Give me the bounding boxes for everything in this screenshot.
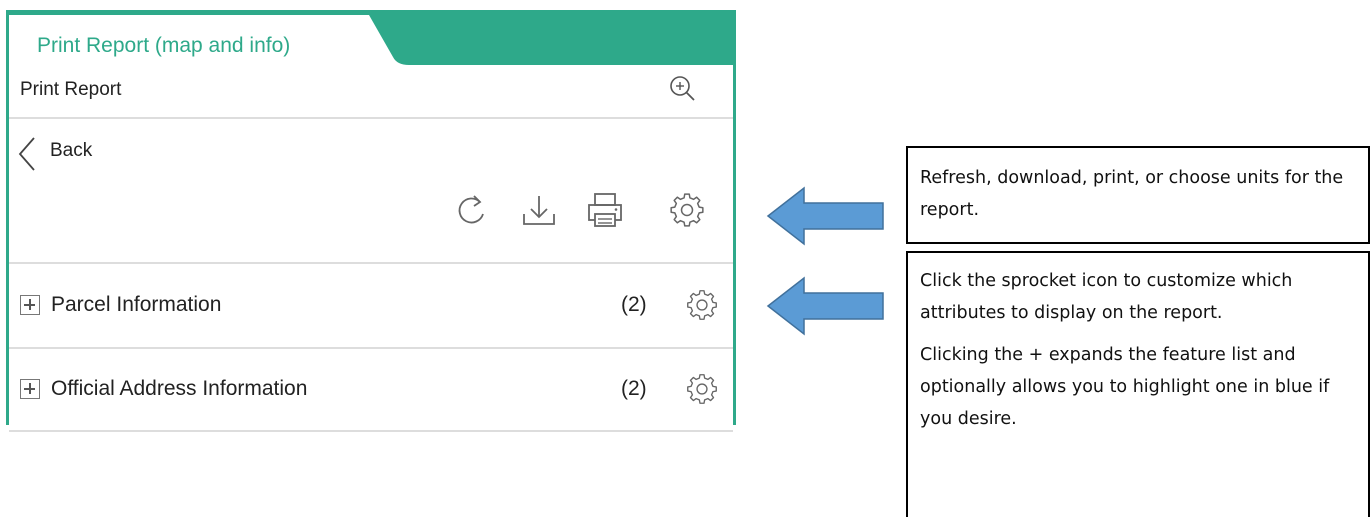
download-icon[interactable] [519, 190, 559, 230]
list-item-parcel-information[interactable]: Parcel Information (2) [9, 264, 733, 346]
zoom-in-icon[interactable] [665, 72, 699, 106]
header-divider [9, 117, 733, 119]
callout-rows: Click the sprocket icon to customize whi… [906, 251, 1370, 517]
callout-toolbar: Refresh, download, print, or choose unit… [906, 146, 1370, 244]
panel-right-border [733, 15, 736, 425]
callout-text: Click the sprocket icon to customize whi… [920, 271, 1293, 323]
row-label: Parcel Information [51, 293, 222, 316]
pointer-arrow-left-icon [766, 276, 884, 336]
sprocket-icon[interactable] [684, 371, 720, 407]
sprocket-icon[interactable] [684, 287, 720, 323]
callout-text: Clicking the + expands the feature list … [920, 345, 1330, 429]
row-divider [9, 430, 733, 432]
pointer-arrow-left-icon [766, 186, 884, 246]
expand-plus-icon[interactable] [20, 379, 40, 399]
settings-icon[interactable] [667, 190, 707, 230]
list-item-official-address-information[interactable]: Official Address Information (2) [9, 349, 733, 431]
print-icon[interactable] [585, 190, 625, 230]
row-label: Official Address Information [51, 377, 308, 400]
back-label: Back [50, 140, 93, 161]
refresh-icon[interactable] [452, 190, 492, 230]
tab-print-report[interactable]: Print Report (map and info) [37, 34, 290, 58]
row-count: (2) [621, 377, 647, 400]
row-count: (2) [621, 293, 647, 316]
panel-title: Print Report [20, 79, 122, 100]
print-report-panel: Print Report (map and info) Print Report… [0, 0, 740, 514]
chevron-left-icon [18, 137, 35, 171]
callout-text: Refresh, download, print, or choose unit… [920, 168, 1344, 220]
expand-plus-icon[interactable] [20, 295, 40, 315]
